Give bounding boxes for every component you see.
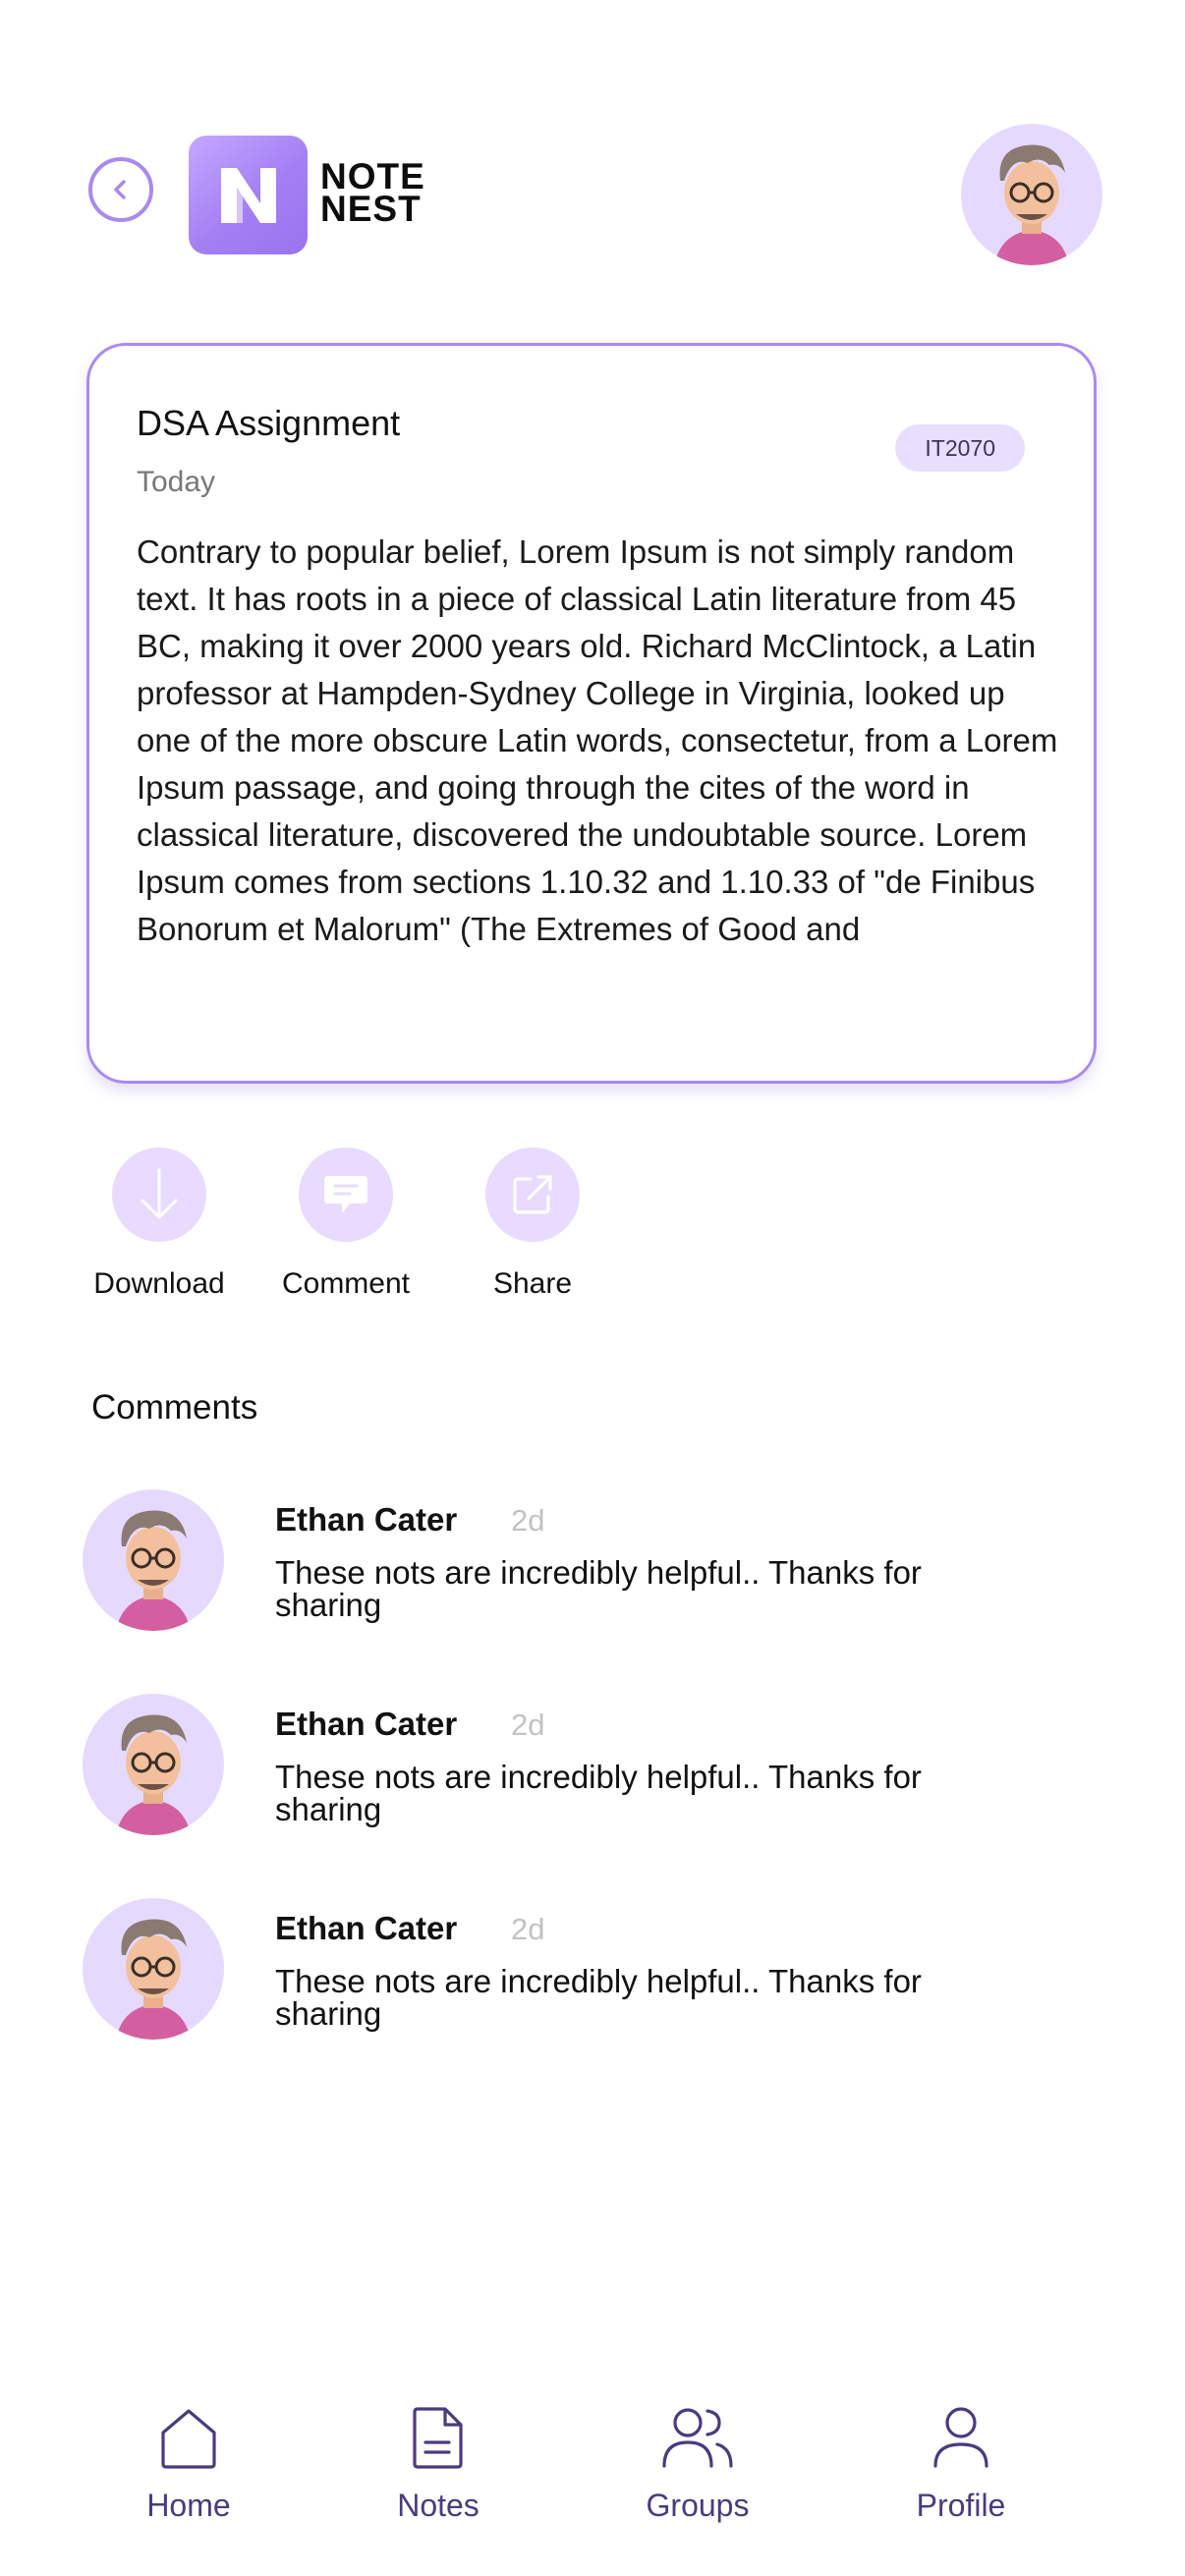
wordmark-line-2: Nest xyxy=(320,189,422,229)
commenter-avatar[interactable] xyxy=(83,1489,224,1631)
avatar-image xyxy=(994,144,1069,265)
comments-heading: Comments xyxy=(91,1388,258,1427)
download-icon xyxy=(141,1168,178,1219)
avatar-image xyxy=(116,1714,191,1835)
note-card[interactable]: DSA Assignment Today IT2070 Contrary to … xyxy=(86,343,1097,1084)
note-title: DSA Assignment xyxy=(137,403,401,443)
comment-label: Comment xyxy=(281,1267,411,1300)
share-label: Share xyxy=(492,1267,573,1300)
nav-home-label: Home xyxy=(146,2488,231,2523)
comment-icon xyxy=(324,1176,367,1213)
back-button[interactable] xyxy=(88,157,153,222)
commenter-avatar[interactable] xyxy=(83,1694,224,1835)
download-label: Download xyxy=(93,1267,225,1300)
comment-time: 2d xyxy=(511,1708,545,1742)
comment-item: Ethan Cater 2d These nots are incredibly… xyxy=(83,1489,1104,1637)
comment-icon-circle xyxy=(299,1148,393,1242)
share-button[interactable]: Share xyxy=(444,1148,621,1301)
nav-profile[interactable]: Profile xyxy=(863,2405,1059,2524)
note-module-tag: IT2070 xyxy=(895,424,1025,472)
comment-button[interactable]: Comment xyxy=(257,1148,434,1301)
profile-icon xyxy=(933,2407,988,2468)
share-icon xyxy=(513,1175,552,1214)
download-icon-circle xyxy=(112,1148,206,1242)
app-logo xyxy=(189,136,308,254)
note-date: Today xyxy=(137,466,216,498)
comment-time: 2d xyxy=(511,1503,545,1538)
comment-item: Ethan Cater 2d These nots are incredibly… xyxy=(83,1898,1104,2045)
commenter-name: Ethan Cater xyxy=(275,1706,458,1742)
commenter-avatar[interactable] xyxy=(83,1898,224,2040)
comment-text: These nots are incredibly helpful.. Than… xyxy=(275,1554,922,1623)
nav-notes[interactable]: Notes xyxy=(340,2405,536,2524)
chevron-left-icon xyxy=(114,180,126,199)
nav-home[interactable]: Home xyxy=(90,2405,287,2524)
download-button[interactable]: Download xyxy=(71,1148,248,1301)
home-icon xyxy=(161,2409,216,2469)
user-avatar[interactable] xyxy=(961,124,1102,265)
comment-text: These nots are incredibly helpful.. Than… xyxy=(275,1963,922,2032)
note-body: Contrary to popular belief, Lorem Ipsum … xyxy=(137,533,1058,947)
nav-notes-label: Notes xyxy=(397,2488,480,2523)
avatar-image xyxy=(116,1510,191,1631)
comment-time: 2d xyxy=(511,1912,545,1946)
share-icon-circle xyxy=(485,1148,580,1242)
comment-text: These nots are incredibly helpful.. Than… xyxy=(275,1759,922,1827)
app-wordmark: Note Nest xyxy=(320,158,425,229)
commenter-name: Ethan Cater xyxy=(275,1501,458,1538)
nav-profile-label: Profile xyxy=(916,2488,1006,2523)
notes-icon xyxy=(413,2407,463,2469)
groups-icon xyxy=(662,2408,733,2468)
commenter-name: Ethan Cater xyxy=(275,1910,458,1946)
nav-groups[interactable]: Groups xyxy=(599,2405,796,2524)
avatar-image xyxy=(116,1919,191,2040)
comment-item: Ethan Cater 2d These nots are incredibly… xyxy=(83,1694,1104,1841)
nav-groups-label: Groups xyxy=(646,2488,750,2523)
logo-letter-icon xyxy=(220,167,276,223)
